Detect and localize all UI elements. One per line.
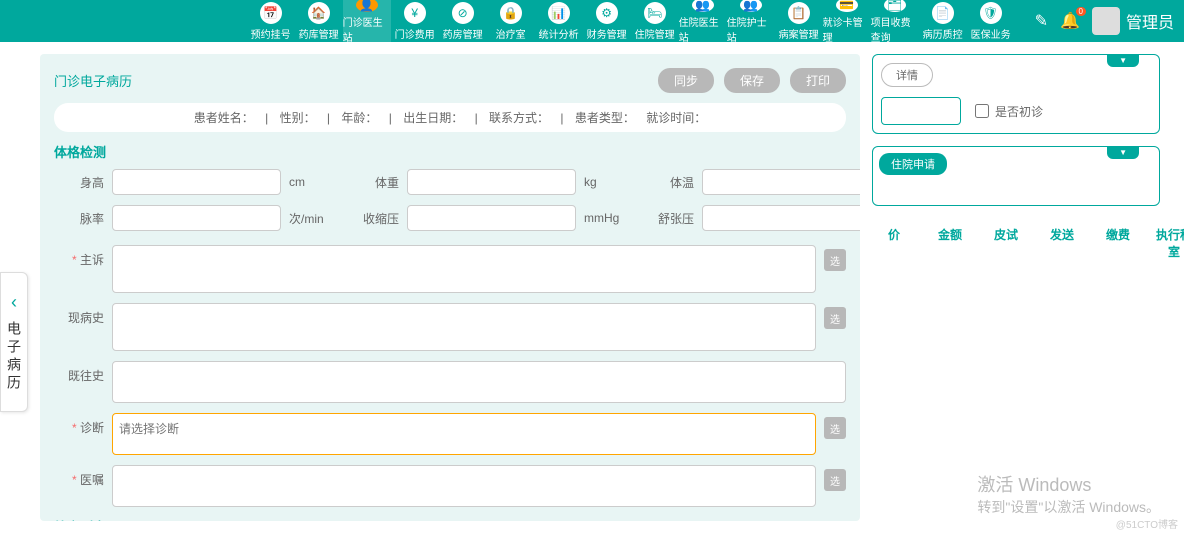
nav-icon: 📅 xyxy=(260,2,282,24)
select-button[interactable]: 选 xyxy=(824,469,846,491)
nav-icon: 🏠 xyxy=(308,2,330,24)
nav-item[interactable]: 📄病历质控 xyxy=(919,0,967,42)
orders-input[interactable] xyxy=(112,465,816,507)
vital-input[interactable] xyxy=(407,205,576,231)
nav-item[interactable]: 📋病案管理 xyxy=(775,0,823,42)
column-header: 执行科室 xyxy=(1156,226,1184,260)
nav-item[interactable]: 👥住院医生站 xyxy=(679,0,727,42)
select-button[interactable]: 选 xyxy=(824,417,846,439)
vital-label: 脉率 xyxy=(54,210,104,227)
right-table-headers: 价金额皮试发送缴费执行科室 xyxy=(872,218,1160,268)
nav-item[interactable]: 🛏住院管理 xyxy=(631,0,679,42)
avatar xyxy=(1092,7,1120,35)
first-visit-checkbox[interactable]: 是否初诊 xyxy=(975,103,1043,120)
nav-icon: 💳 xyxy=(836,0,858,12)
nav-icon: ⊘ xyxy=(452,2,474,24)
vital-label: 体温 xyxy=(644,174,694,191)
nav-item[interactable]: 👤门诊医生站 xyxy=(343,0,391,42)
vital-input[interactable] xyxy=(112,205,281,231)
nav-item[interactable]: 📅预约挂号 xyxy=(247,0,295,42)
chief-complaint-label: 主诉 xyxy=(54,245,104,268)
card-collapse-tab[interactable] xyxy=(1107,146,1139,159)
vital-input[interactable] xyxy=(407,169,576,195)
nav-item[interactable]: 💳就诊卡管理 xyxy=(823,0,871,42)
vitals-title: 体格检测 xyxy=(54,142,846,161)
nav-icon: 📋 xyxy=(788,2,810,24)
nav-item[interactable]: 🛡医保业务 xyxy=(967,0,1015,42)
column-header: 价 xyxy=(876,226,912,260)
nav-icon: 👥 xyxy=(740,0,762,12)
column-header: 金额 xyxy=(932,226,968,260)
diagnosis-label: 诊断 xyxy=(54,413,104,436)
vital-label: 舒张压 xyxy=(644,210,694,227)
source-watermark: @51CTO博客 xyxy=(1116,516,1178,531)
panel-title: 门诊电子病历 xyxy=(54,71,132,90)
nav-item[interactable]: ⊘药房管理 xyxy=(439,0,487,42)
hpi-input[interactable] xyxy=(112,303,816,351)
admission-card: 住院申请 xyxy=(872,146,1160,206)
detail-input[interactable] xyxy=(881,97,961,125)
vital-input[interactable] xyxy=(112,169,281,195)
nav-icon: 📄 xyxy=(932,2,954,24)
nav-item[interactable]: 🔒治疗室 xyxy=(487,0,535,42)
nav-icon: 🛡 xyxy=(980,2,1002,24)
vital-input[interactable] xyxy=(702,205,860,231)
detail-button[interactable]: 详情 xyxy=(881,63,933,87)
chevron-left-icon: ‹ xyxy=(11,292,17,313)
nav-icon: 👥 xyxy=(692,0,714,12)
vital-unit: 次/min xyxy=(289,210,329,227)
nav-item[interactable]: 👥住院护士站 xyxy=(727,0,775,42)
top-nav: 📅预约挂号🏠药库管理👤门诊医生站¥门诊费用⊘药房管理🔒治疗室📊统计分析⚙财务管理… xyxy=(0,0,1184,42)
patient-detail-card: 详情 是否初诊 xyxy=(872,54,1160,134)
emr-panel: 门诊电子病历 同步 保存 打印 患者姓名： | 性别： | 年龄： | 出生日期… xyxy=(40,54,860,521)
side-tab-label: 电子病历 xyxy=(4,321,24,393)
nav-item[interactable]: ¥门诊费用 xyxy=(391,0,439,42)
hpi-label: 现病史 xyxy=(54,303,104,326)
nav-icon: 📊 xyxy=(548,2,570,24)
nav-item[interactable]: 🗂项目收费查询 xyxy=(871,0,919,42)
diagnosis-input[interactable] xyxy=(112,413,816,455)
vital-input[interactable] xyxy=(702,169,860,195)
past-history-input[interactable] xyxy=(112,361,846,403)
sync-button[interactable]: 同步 xyxy=(658,68,714,93)
save-button[interactable]: 保存 xyxy=(724,68,780,93)
card-collapse-tab[interactable] xyxy=(1107,54,1139,67)
side-tab-emr[interactable]: ‹ 电子病历 xyxy=(0,272,28,412)
select-button[interactable]: 选 xyxy=(824,249,846,271)
right-panel: 详情 是否初诊 住院申请 价金额皮试发送缴费执行科室 xyxy=(872,42,1172,533)
column-header: 缴费 xyxy=(1100,226,1136,260)
nav-item[interactable]: ⚙财务管理 xyxy=(583,0,631,42)
rx-title: 处方列表 xyxy=(54,517,846,521)
notification-badge: 0 xyxy=(1076,7,1086,16)
edit-icon[interactable]: ✎ xyxy=(1035,11,1048,31)
select-button[interactable]: 选 xyxy=(824,307,846,329)
vital-unit: kg xyxy=(584,175,624,189)
nav-item[interactable]: 📊统计分析 xyxy=(535,0,583,42)
column-header: 皮试 xyxy=(988,226,1024,260)
user-menu[interactable]: 管理员 xyxy=(1092,7,1174,35)
nav-icon: ⚙ xyxy=(596,2,618,24)
print-button[interactable]: 打印 xyxy=(790,68,846,93)
nav-icon: 🔒 xyxy=(500,2,522,24)
nav-item[interactable]: 🏠药库管理 xyxy=(295,0,343,42)
vital-label: 体重 xyxy=(349,174,399,191)
vital-unit: cm xyxy=(289,175,329,189)
nav-icon: ¥ xyxy=(404,2,426,24)
vital-label: 收缩压 xyxy=(349,210,399,227)
orders-label: 医嘱 xyxy=(54,465,104,488)
bell-icon[interactable]: 🔔0 xyxy=(1060,11,1080,31)
vital-unit: mmHg xyxy=(584,211,624,225)
nav-icon: 🗂 xyxy=(884,0,906,12)
nav-icon: 🛏 xyxy=(644,2,666,24)
past-history-label: 既往史 xyxy=(54,361,104,384)
admission-button[interactable]: 住院申请 xyxy=(879,153,947,175)
chief-complaint-input[interactable] xyxy=(112,245,816,293)
user-role: 管理员 xyxy=(1126,9,1174,33)
vital-label: 身高 xyxy=(54,174,104,191)
column-header: 发送 xyxy=(1044,226,1080,260)
patient-info-bar: 患者姓名： | 性别： | 年龄： | 出生日期： | 联系方式： | 患者类型… xyxy=(54,103,846,132)
nav-icon: 👤 xyxy=(356,0,378,12)
